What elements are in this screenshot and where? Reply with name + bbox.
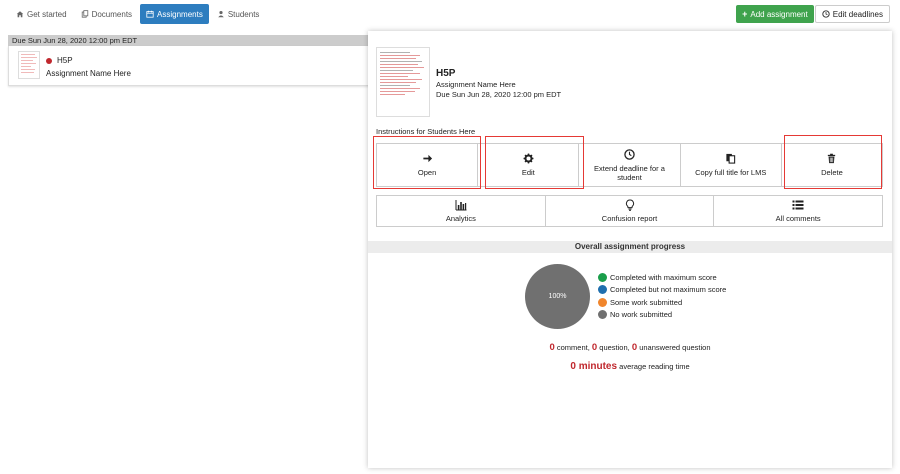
tab-assignments[interactable]: Assignments (140, 4, 209, 24)
legend-dot-icon (598, 285, 607, 295)
edit-deadlines-button[interactable]: Edit deadlines (814, 5, 890, 23)
assignment-title: H5P (46, 56, 73, 65)
edit-label: Edit (521, 168, 535, 177)
home-icon (16, 11, 24, 18)
delete-label: Delete (821, 168, 843, 177)
documents-icon (81, 10, 88, 18)
legend-label: Some work submitted (610, 297, 683, 307)
analytics-label: Analytics (445, 214, 476, 223)
clock-icon (822, 10, 830, 18)
plus-icon: + (742, 9, 748, 19)
trash-icon (828, 153, 836, 164)
all-comments-label: All comments (775, 214, 821, 223)
assignment-detail-panel: H5P Assignment Name Here Due Sun Jun 28,… (368, 31, 892, 468)
pie-label: 100% (548, 293, 567, 300)
lightbulb-icon (625, 199, 634, 211)
legend-item: Some work submitted (598, 296, 726, 309)
add-assignment-button[interactable]: + Add assignment (736, 5, 814, 23)
tab-students[interactable]: Students (211, 4, 266, 24)
progress-header: Overall assignment progress (368, 241, 892, 253)
open-label: Open (417, 168, 437, 177)
tab-get-started[interactable]: Get started (10, 4, 73, 24)
progress-pie-chart: 100% (525, 264, 590, 329)
bar-chart-icon (455, 200, 467, 211)
list-icon (792, 200, 804, 210)
reading-time-label: average reading time (619, 362, 690, 371)
legend-label: Completed with maximum score (610, 272, 717, 282)
reading-time-value: 0 minutes (570, 361, 618, 372)
analytics-button[interactable]: Analytics (377, 196, 546, 226)
user-icon (218, 10, 224, 18)
arrow-right-icon (422, 154, 432, 163)
comment-count: 0 (549, 342, 555, 353)
copy-icon (726, 153, 736, 164)
open-button[interactable]: Open (377, 144, 479, 186)
calendar-icon (146, 10, 154, 18)
unanswered-count: 0 (631, 342, 638, 353)
top-nav: Get started Documents Assignments Studen… (10, 4, 265, 24)
extend-deadline-label: Extend deadline for a student (594, 163, 665, 182)
panel-due-date: Due Sun Jun 28, 2020 12:00 pm EDT (436, 90, 562, 99)
edit-deadlines-label: Edit deadlines (832, 9, 883, 19)
confusion-report-button[interactable]: Confusion report (546, 196, 715, 226)
edit-button[interactable]: Edit (478, 144, 580, 186)
question-count: 0 (591, 342, 598, 353)
copy-title-button[interactable]: Copy full title for LMS (680, 144, 782, 186)
comment-label: comment, (556, 343, 590, 352)
document-preview-thumbnail (376, 47, 430, 117)
legend-dot-icon (598, 310, 607, 320)
assignment-name: Assignment Name Here (46, 69, 131, 78)
top-actions: + Add assignment Edit deadlines (736, 5, 890, 23)
legend-dot-icon (598, 272, 607, 282)
question-label: question, (599, 343, 630, 352)
legend-label: Completed but not maximum score (610, 285, 727, 295)
copy-title-label: Copy full title for LMS (695, 168, 767, 177)
reading-time: 0 minutes average reading time (368, 361, 892, 372)
legend-dot-icon (598, 297, 607, 307)
tab-label: Get started (27, 9, 67, 19)
document-thumbnail (18, 51, 40, 79)
gear-icon (523, 153, 534, 164)
instructions-text: Instructions for Students Here (376, 127, 476, 136)
due-date-header: Due Sun Jun 28, 2020 12:00 pm EDT (8, 35, 373, 46)
tab-label: Students (227, 9, 260, 19)
legend-item: Completed but not maximum score (598, 284, 726, 297)
all-comments-button[interactable]: All comments (714, 196, 882, 226)
extend-deadline-button[interactable]: Extend deadline for a student (579, 144, 681, 186)
action-row: Open Edit Extend deadline for a student … (376, 143, 883, 187)
assignment-title-text: H5P (57, 56, 73, 65)
unanswered-label: unanswered question (639, 343, 711, 352)
add-assignment-label: Add assignment (750, 9, 808, 19)
legend-label: No work submitted (610, 310, 673, 320)
tab-label: Assignments (157, 9, 203, 19)
legend-item: Completed with maximum score (598, 271, 726, 284)
activity-counts: 0 comment, 0 question, 0 unanswered ques… (368, 342, 892, 353)
stats-row: Analytics Confusion report All comments (376, 195, 883, 227)
delete-button[interactable]: Delete (781, 144, 883, 186)
status-dot-icon (46, 57, 52, 64)
clock-icon (624, 148, 635, 160)
legend-item: No work submitted (598, 309, 726, 322)
tab-label: Documents (91, 9, 133, 19)
progress-legend: Completed with maximum score Completed b… (598, 271, 726, 321)
assignment-list-item[interactable]: H5P Assignment Name Here (8, 46, 373, 86)
panel-assignment-name: Assignment Name Here (436, 80, 516, 89)
tab-documents[interactable]: Documents (75, 4, 138, 24)
panel-title: H5P (436, 68, 456, 79)
confusion-report-label: Confusion report (601, 214, 658, 223)
